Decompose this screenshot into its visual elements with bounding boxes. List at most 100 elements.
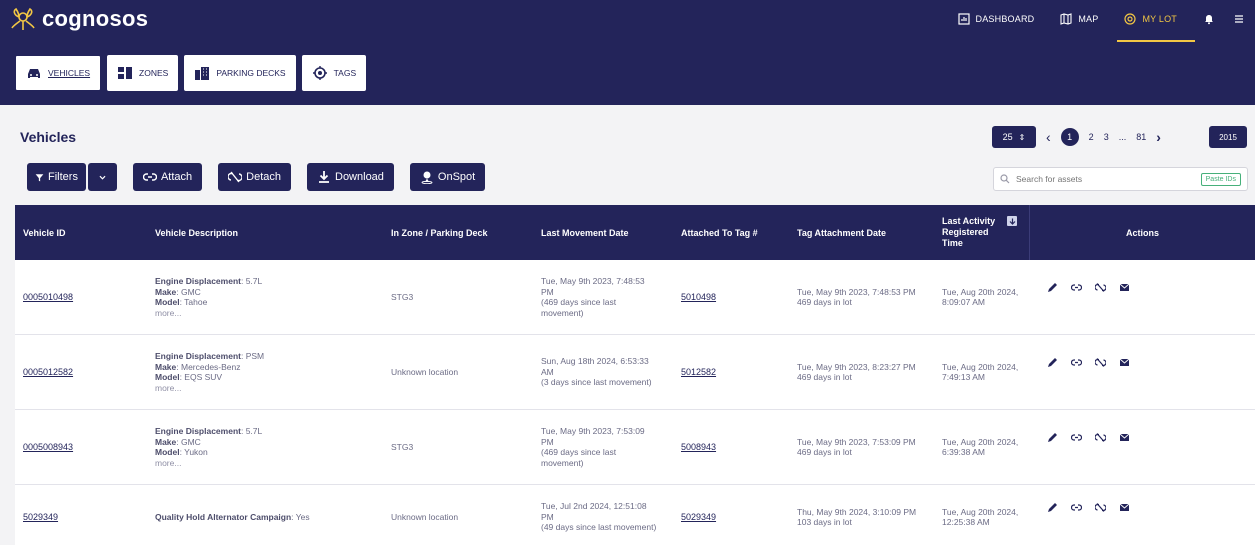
cell-actions xyxy=(1029,260,1255,334)
cell-vehicle-id: 0005012582 xyxy=(15,335,147,409)
vehicle-id-link[interactable]: 0005008943 xyxy=(23,442,73,452)
detach-button[interactable]: Detach xyxy=(218,163,291,191)
logo[interactable]: cognosos xyxy=(10,6,148,32)
more-link[interactable]: more... xyxy=(155,383,181,394)
last-movement-line: (3 days since last movement) xyxy=(541,377,652,388)
unlink-icon xyxy=(228,171,243,183)
description-line: Model: EQS SUV xyxy=(155,372,222,383)
description-key: Make xyxy=(155,286,177,297)
pagination: 25 ⇕ ‹ 1 2 3 ... 81 › xyxy=(992,126,1161,148)
table-row[interactable]: 0005010498 Engine Displacement: 5.7L Make:… xyxy=(15,260,1255,335)
top-bar: cognosos DASHBOARD MAP MY LOT VEHICLES Z… xyxy=(0,0,1255,105)
last-activity-line: 12:25:38 AM xyxy=(942,517,990,527)
pin-person-icon xyxy=(421,171,433,184)
mail-icon[interactable] xyxy=(1119,282,1130,295)
filters-button[interactable]: Filters xyxy=(27,163,86,191)
header-zone[interactable]: In Zone / Parking Deck xyxy=(383,205,533,260)
mail-icon[interactable] xyxy=(1119,357,1130,370)
cell-tag-attach-date: Tue, May 9th 2023, 7:53:09 PM 469 days in… xyxy=(789,410,934,484)
search-input[interactable] xyxy=(1016,174,1201,184)
cell-tag-attach-date: Tue, May 9th 2023, 7:48:53 PM 469 days in… xyxy=(789,260,934,334)
more-link[interactable]: more... xyxy=(155,458,181,469)
pencil-icon[interactable] xyxy=(1047,502,1058,515)
cell-last-activity: Tue, Aug 20th 2024, 6:39:38 AM xyxy=(934,410,1029,484)
tab-zones-label: ZONES xyxy=(139,68,169,78)
prev-page-button[interactable]: ‹ xyxy=(1046,129,1051,145)
header-last-movement[interactable]: Last Movement Date xyxy=(533,205,673,260)
nav-dashboard[interactable]: DASHBOARD xyxy=(957,13,1035,25)
tab-zones[interactable]: ZONES xyxy=(107,55,179,91)
description-key: Model xyxy=(155,447,180,457)
tab-tags[interactable]: TAGS xyxy=(301,55,367,91)
page-3[interactable]: 3 xyxy=(1104,132,1109,142)
link-icon[interactable] xyxy=(1070,502,1083,515)
total-count-badge[interactable]: 2015 xyxy=(1209,126,1247,148)
page-2[interactable]: 2 xyxy=(1089,132,1094,142)
unlink-icon[interactable] xyxy=(1094,502,1107,515)
header-last-activity[interactable]: Last Activity Registered Time xyxy=(934,205,1029,260)
description-line: Quality Hold Alternator Campaign: Yes xyxy=(155,512,310,523)
attach-date-line: 469 days in lot xyxy=(797,372,852,382)
table-row[interactable]: 5029349 Quality Hold Alternator Campaign:… xyxy=(15,485,1255,545)
next-page-button[interactable]: › xyxy=(1156,129,1161,145)
mail-icon[interactable] xyxy=(1119,432,1130,445)
menu-button[interactable] xyxy=(1233,13,1245,25)
tab-parking-decks[interactable]: PARKING DECKS xyxy=(184,55,296,91)
tag-link[interactable]: 5008943 xyxy=(681,442,716,452)
tag-link[interactable]: 5029349 xyxy=(681,512,716,522)
download-icon xyxy=(319,171,329,183)
tab-vehicles[interactable]: VEHICLES xyxy=(15,55,102,91)
vehicle-id-link[interactable]: 5029349 xyxy=(23,512,58,522)
last-movement-line: PM xyxy=(541,436,554,447)
last-movement-line: Sun, Aug 18th 2024, 6:53:33 xyxy=(541,356,649,367)
logo-text: cognosos xyxy=(42,6,149,31)
download-button[interactable]: Download xyxy=(307,163,394,191)
unlink-icon[interactable] xyxy=(1094,357,1107,370)
vehicle-id-link[interactable]: 0005010498 xyxy=(23,292,73,302)
pencil-icon[interactable] xyxy=(1047,282,1058,295)
tag-link[interactable]: 5010498 xyxy=(681,292,716,302)
unlink-icon[interactable] xyxy=(1094,432,1107,445)
table-row[interactable]: 0005008943 Engine Displacement: 5.7L Make:… xyxy=(15,410,1255,485)
header-attached-tag[interactable]: Attached To Tag # xyxy=(673,205,789,260)
mail-icon[interactable] xyxy=(1119,502,1130,515)
action-icons xyxy=(1037,432,1130,445)
page-1[interactable]: 1 xyxy=(1060,128,1079,146)
description-line: Engine Displacement: 5.7L xyxy=(155,276,262,287)
tag-link[interactable]: 5012582 xyxy=(681,367,716,377)
more-link[interactable]: more... xyxy=(155,308,181,319)
onspot-button[interactable]: OnSpot xyxy=(409,163,486,191)
cell-last-movement: Tue, Jul 2nd 2024, 12:51:08 PM (49 days si… xyxy=(533,485,673,545)
sort-down-icon[interactable] xyxy=(1007,216,1017,226)
unlink-icon[interactable] xyxy=(1094,282,1107,295)
link-icon[interactable] xyxy=(1070,282,1083,295)
last-activity-line: Tue, Aug 20th 2024, xyxy=(942,436,1019,447)
filters-dropdown-button[interactable] xyxy=(87,163,117,191)
pencil-icon[interactable] xyxy=(1047,432,1058,445)
updown-icon: ⇕ xyxy=(1018,132,1026,142)
last-movement-line: AM xyxy=(541,366,554,377)
cell-tag-attach-date: Thu, May 9th 2024, 3:10:09 PM 103 days in… xyxy=(789,485,934,545)
paste-ids-button[interactable]: Paste IDs xyxy=(1200,172,1241,186)
last-movement-line: (49 days since last movement) xyxy=(541,522,657,533)
description-value: : 5.7L xyxy=(240,276,263,286)
page-last[interactable]: 81 xyxy=(1136,132,1146,142)
header-vehicle-id[interactable]: Vehicle ID xyxy=(15,205,147,260)
notifications-button[interactable] xyxy=(1203,13,1215,25)
nav-my-lot[interactable]: MY LOT xyxy=(1124,13,1177,25)
header-description[interactable]: Vehicle Description xyxy=(147,205,383,260)
nav-map[interactable]: MAP xyxy=(1060,13,1098,25)
last-activity-line: 8:09:07 AM xyxy=(942,297,986,307)
header-tag-attach-date[interactable]: Tag Attachment Date xyxy=(789,205,934,260)
description-key: Engine Displacement xyxy=(155,426,241,436)
attach-date-line: Thu, May 9th 2024, 3:10:09 PM xyxy=(797,506,917,517)
pencil-icon[interactable] xyxy=(1047,357,1058,370)
link-icon[interactable] xyxy=(1070,357,1083,370)
table-row[interactable]: 0005012582 Engine Displacement: PSM Make: … xyxy=(15,335,1255,410)
attach-button[interactable]: Attach xyxy=(132,163,203,191)
vehicles-table: Vehicle ID Vehicle Description In Zone /… xyxy=(15,205,1255,545)
vehicle-id-link[interactable]: 0005012582 xyxy=(23,367,73,377)
per-page-select[interactable]: 25 ⇕ xyxy=(992,126,1036,148)
link-icon[interactable] xyxy=(1070,432,1083,445)
description-line: Engine Displacement: PSM xyxy=(155,351,264,362)
